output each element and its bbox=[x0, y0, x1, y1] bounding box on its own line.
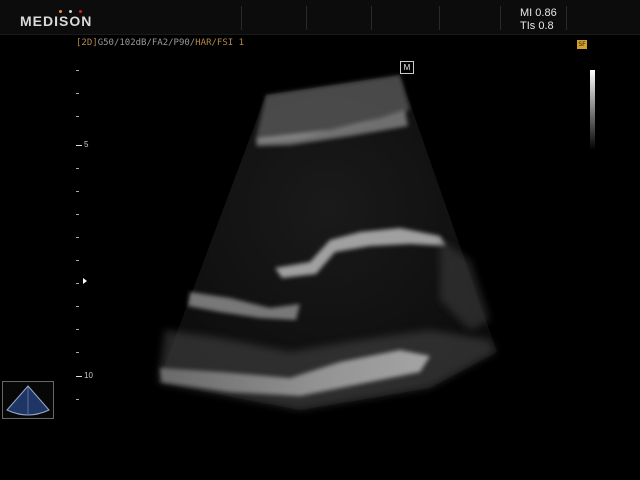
depth-tick bbox=[76, 260, 79, 261]
probe-orientation-icon bbox=[2, 381, 54, 419]
depth-tick bbox=[76, 168, 79, 169]
depth-tick bbox=[76, 116, 79, 117]
depth-tick bbox=[76, 352, 79, 353]
probe-sector-icon bbox=[6, 385, 50, 416]
depth-tick bbox=[76, 283, 79, 284]
depth-scale: 5 10 bbox=[76, 70, 93, 415]
m-line-marker[interactable]: M bbox=[400, 61, 414, 74]
depth-label-5: 5 bbox=[84, 140, 89, 149]
depth-tick bbox=[76, 93, 79, 94]
ultrasound-image bbox=[158, 75, 497, 410]
focus-marker-icon[interactable] bbox=[83, 278, 87, 284]
depth-tick bbox=[76, 399, 79, 400]
depth-tick bbox=[76, 329, 79, 330]
depth-tick bbox=[76, 191, 79, 192]
depth-tick-major bbox=[76, 376, 82, 377]
depth-tick bbox=[76, 237, 79, 238]
depth-tick bbox=[76, 214, 79, 215]
depth-label-10: 10 bbox=[84, 371, 93, 380]
depth-tick bbox=[76, 306, 79, 307]
depth-tick-major bbox=[76, 145, 82, 146]
depth-tick bbox=[76, 70, 79, 71]
